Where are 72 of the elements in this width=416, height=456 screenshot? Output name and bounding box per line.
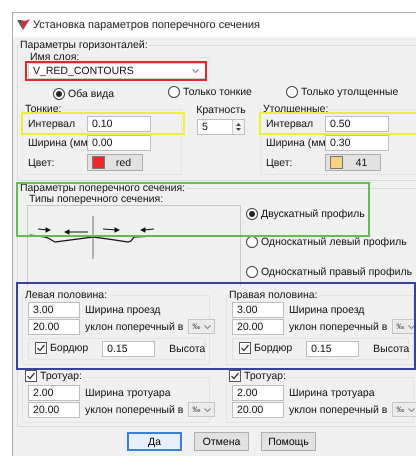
checkbox[interactable]: Бордюр	[239, 342, 292, 354]
field-label: уклон поперечный в	[289, 404, 388, 416]
radio-button[interactable]: Двускатный профиль	[246, 208, 365, 220]
checkmark-icon	[240, 343, 250, 353]
text-field[interactable]: 0.30	[325, 135, 389, 151]
text-field[interactable]: 0.10	[87, 116, 151, 132]
field-label: Цвет:	[266, 156, 294, 168]
field-label: Высота	[373, 343, 410, 355]
app-logo-icon	[17, 19, 30, 31]
unit-dropdown[interactable]: ‰	[188, 319, 216, 334]
radio-button[interactable]: Оба вида	[53, 88, 114, 100]
caret-icon	[204, 324, 212, 328]
text-field[interactable]: 0.15	[102, 341, 156, 357]
unit-dropdown[interactable]: ‰	[188, 402, 216, 417]
caret-icon	[408, 408, 416, 412]
spin-field[interactable]: 5	[197, 119, 245, 135]
text-field[interactable]: 20.00	[28, 402, 80, 418]
checkmark-icon	[36, 343, 46, 353]
field-label: Кратность	[196, 104, 246, 116]
unit-dropdown[interactable]: ‰	[392, 402, 416, 417]
text-field[interactable]: 0.15	[306, 341, 360, 357]
color-button[interactable]: red	[87, 154, 143, 171]
field-label: Имя слоя:	[30, 51, 80, 63]
text-field[interactable]: 20.00	[232, 402, 284, 418]
checkmark-icon	[26, 371, 36, 381]
group-label: Правая половина:	[229, 289, 318, 301]
text-field[interactable]: 20.00	[232, 318, 284, 334]
caret-icon	[204, 408, 212, 412]
layer-dropdown[interactable]: V_RED_CONTOURS	[28, 63, 206, 79]
field-label: Цвет:	[28, 156, 56, 168]
field-label: Интервал	[266, 118, 314, 130]
field-label: Ширина (мм	[28, 137, 87, 149]
checkbox[interactable]: Тротуар:	[229, 370, 286, 382]
group-label: Параметры поперечного сечения:	[20, 182, 186, 194]
spin-arrows-icon[interactable]	[235, 121, 242, 133]
text-field[interactable]: 2.00	[28, 384, 80, 400]
checkmark-icon	[230, 371, 240, 381]
field-label: уклон поперечный в	[289, 320, 388, 332]
color-button[interactable]: 41	[325, 154, 381, 171]
group-label: Утолщенные:	[263, 103, 328, 115]
radio-button[interactable]: Только утолщенные	[286, 86, 398, 98]
field-label: Ширина (мм	[266, 137, 325, 149]
field-label: Ширина тротуара	[85, 386, 171, 398]
group-label: Левая половина:	[25, 289, 108, 301]
text-field[interactable]: 0.50	[325, 116, 389, 132]
text-field[interactable]: 0.00	[87, 135, 151, 151]
field-label: Интервал	[28, 118, 76, 130]
field-label: Ширина проезд	[289, 304, 364, 316]
caret-icon	[408, 324, 416, 328]
radio-button[interactable]: Только тонкие	[168, 86, 252, 98]
text-field[interactable]: 3.00	[28, 302, 80, 318]
radio-button[interactable]: Односкатный левый профиль	[246, 236, 407, 248]
checkbox[interactable]: Тротуар:	[25, 370, 82, 382]
field-label: Высота	[169, 343, 206, 355]
group-label: Тонкие:	[25, 103, 62, 115]
field-label: Ширина тротуара	[289, 386, 375, 398]
radio-button[interactable]: Односкатный правый профиль	[246, 266, 412, 278]
dialog-button[interactable]: Да	[127, 432, 182, 451]
text-field[interactable]: 2.00	[232, 384, 284, 400]
window-title: Установка параметров поперечного сечения	[33, 19, 260, 31]
caret-icon	[192, 69, 199, 73]
unit-dropdown[interactable]: ‰	[392, 319, 416, 334]
text-field[interactable]: 3.00	[232, 302, 284, 318]
field-label: уклон поперечный в	[85, 320, 184, 332]
checkbox[interactable]: Бордюр	[35, 342, 88, 354]
field-label: уклон поперечный в	[85, 404, 184, 416]
group-label: Параметры горизонталей:	[20, 39, 148, 51]
dialog-button[interactable]: Отмена	[194, 432, 249, 451]
dialog-button[interactable]: Помощь	[261, 432, 316, 451]
field-label: Ширина проезд	[85, 304, 160, 316]
group-label: Типы поперечного сечения:	[29, 194, 164, 205]
text-field[interactable]: 20.00	[28, 318, 80, 334]
